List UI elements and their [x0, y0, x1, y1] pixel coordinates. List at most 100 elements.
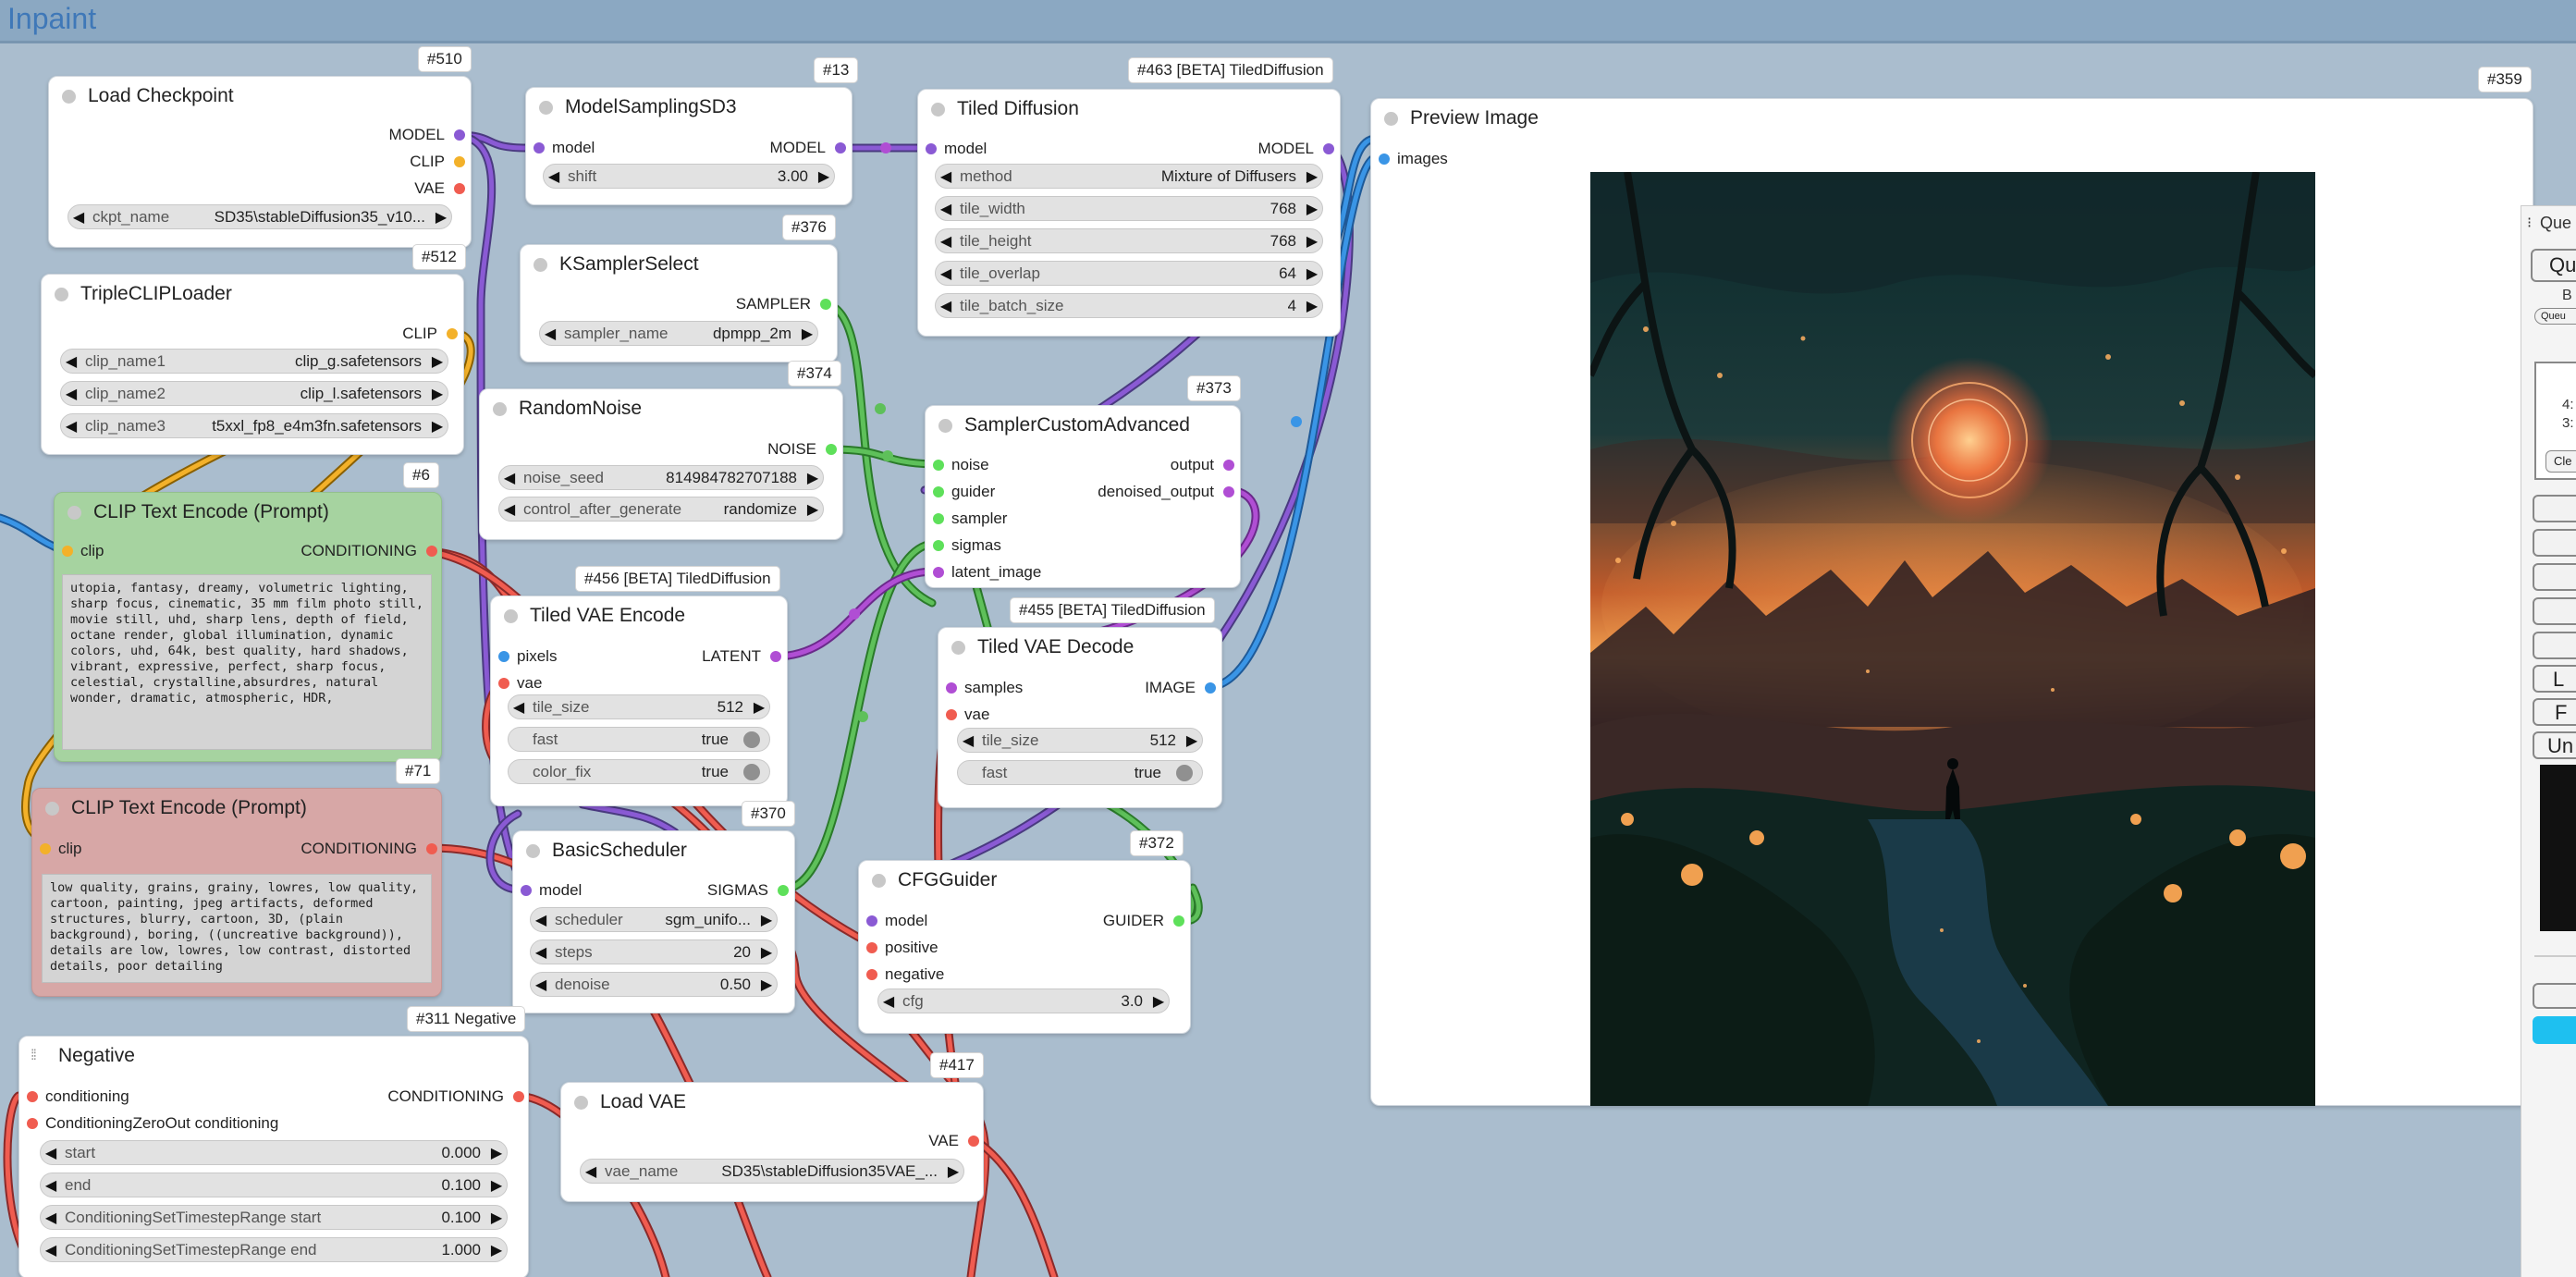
output-sampler[interactable]: SAMPLER: [736, 294, 831, 314]
input-zero-out-conditioning[interactable]: ConditioningZeroOut conditioning: [27, 1113, 278, 1134]
refresh-button[interactable]: F: [2533, 698, 2576, 726]
node-negative[interactable]: ⁞⁞ Negative conditioning ConditioningZer…: [18, 1036, 529, 1277]
output-conditioning[interactable]: CONDITIONING: [387, 1087, 524, 1107]
output-conditioning[interactable]: CONDITIONING: [301, 541, 437, 561]
node-tiled-vae-encode[interactable]: Tiled VAE Encode pixels vae LATENT ◀ tile…: [490, 596, 788, 806]
input-sigmas[interactable]: sigmas: [933, 535, 1001, 556]
load-button[interactable]: L: [2533, 665, 2576, 693]
widget-tile-batch-size[interactable]: ◀ tile_batch_size 4 ▶: [935, 293, 1323, 318]
widget-clip-name2[interactable]: ◀ clip_name2 clip_l.safetensors ▶: [60, 381, 448, 406]
node-clip-text-encode-positive[interactable]: CLIP Text Encode (Prompt) clip CONDITION…: [54, 492, 442, 762]
widget-vae-name[interactable]: ◀ vae_name SD35\stableDiffusion35VAE_... ▶: [580, 1159, 964, 1184]
panel-button[interactable]: [2533, 529, 2576, 557]
queue-side-panel[interactable]: ⁝ Que Qu B Queu 4: 3: Cle L F Un: [2521, 205, 2576, 1277]
output-clip[interactable]: CLIP: [402, 324, 458, 344]
input-clip[interactable]: clip: [62, 541, 104, 561]
widget-scheduler[interactable]: ◀ scheduler sgm_unifo... ▶: [530, 907, 778, 932]
input-vae[interactable]: vae: [946, 705, 989, 725]
widget-noise-seed[interactable]: ◀ noise_seed 814984782707188 ▶: [498, 465, 824, 490]
node-basic-scheduler[interactable]: BasicScheduler model SIGMAS ◀ scheduler sg…: [512, 830, 795, 1013]
widget-tile-width[interactable]: ◀ tile_width 768 ▶: [935, 196, 1323, 221]
queue-list-item[interactable]: 4:: [2562, 397, 2574, 412]
panel-button[interactable]: [2533, 597, 2576, 625]
output-latent[interactable]: LATENT: [702, 646, 781, 667]
panel-button[interactable]: [2533, 983, 2576, 1009]
input-images[interactable]: images: [1379, 149, 1448, 169]
widget-clip-name1[interactable]: ◀ clip_name1 clip_g.safetensors ▶: [60, 349, 448, 374]
widget-start[interactable]: ◀ start 0.000 ▶: [40, 1140, 508, 1165]
output-vae[interactable]: VAE: [928, 1131, 979, 1151]
toggle-color-fix[interactable]: color_fix true: [508, 759, 770, 784]
input-samples[interactable]: samples: [946, 678, 1023, 698]
input-noise[interactable]: noise: [933, 455, 989, 475]
widget-method[interactable]: ◀ method Mixture of Diffusers ▶: [935, 164, 1323, 189]
widget-timestep-range-start[interactable]: ◀ ConditioningSetTimestepRange start 0.100…: [40, 1205, 508, 1230]
prompt-textarea[interactable]: low quality, grains, grainy, lowres, low…: [42, 874, 432, 983]
widget-control-after-generate[interactable]: ◀ control_after_generate randomize ▶: [498, 497, 824, 522]
node-clip-text-encode-negative[interactable]: CLIP Text Encode (Prompt) clip CONDITION…: [31, 788, 442, 997]
output-vae[interactable]: VAE: [414, 178, 465, 199]
drag-handle-icon[interactable]: ⁝: [2527, 214, 2532, 232]
widget-tile-size[interactable]: ◀ tile_size 512 ▶: [957, 728, 1203, 753]
node-ksampler-select[interactable]: KSamplerSelect SAMPLER ◀ sampler_name dpmp…: [520, 244, 838, 362]
node-sampler-custom-advanced[interactable]: SamplerCustomAdvanced noise guider sampl…: [925, 405, 1241, 588]
input-pixels[interactable]: pixels: [498, 646, 557, 667]
toggle-fast[interactable]: fast true: [508, 727, 770, 752]
output-sigmas[interactable]: SIGMAS: [707, 880, 789, 901]
queue-list-item[interactable]: 3:: [2562, 415, 2574, 431]
input-conditioning[interactable]: conditioning: [27, 1087, 129, 1107]
output-model[interactable]: MODEL: [389, 125, 465, 145]
input-guider[interactable]: guider: [933, 482, 995, 502]
panel-button[interactable]: [2533, 563, 2576, 591]
output-guider[interactable]: GUIDER: [1103, 911, 1184, 931]
node-cfg-guider[interactable]: CFGGuider model positive negative GUIDER…: [858, 860, 1191, 1034]
widget-tile-overlap[interactable]: ◀ tile_overlap 64 ▶: [935, 261, 1323, 286]
widget-ckpt-name[interactable]: ◀ ckpt_name SD35\stableDiffusion35_v10... ▶: [67, 204, 452, 229]
widget-sampler-name[interactable]: ◀ sampler_name dpmpp_2m ▶: [539, 321, 818, 346]
widget-timestep-range-end[interactable]: ◀ ConditioningSetTimestepRange end 1.000 ▶: [40, 1237, 508, 1262]
input-vae[interactable]: vae: [498, 673, 542, 694]
output-denoised-output[interactable]: denoised_output: [1098, 482, 1234, 502]
widget-tile-size[interactable]: ◀ tile_size 512 ▶: [508, 694, 770, 719]
widget-steps[interactable]: ◀ steps 20 ▶: [530, 939, 778, 964]
queue-small-button[interactable]: Queu: [2534, 308, 2576, 325]
graph-canvas[interactable]: Inpaint #510 Load Checkpoint MODEL CLIP …: [0, 0, 2576, 1277]
toggle-fast[interactable]: fast true: [957, 760, 1203, 785]
input-model[interactable]: model: [521, 880, 582, 901]
input-sampler[interactable]: sampler: [933, 509, 1007, 529]
output-clip[interactable]: CLIP: [410, 152, 465, 172]
preview-image-canvas[interactable]: [1590, 172, 2315, 1106]
queue-prompt-button[interactable]: Qu: [2531, 249, 2576, 282]
widget-clip-name3[interactable]: ◀ clip_name3 t5xxl_fp8_e4m3fn.safetensors ▶: [60, 413, 448, 438]
input-model[interactable]: model: [926, 139, 987, 159]
input-positive[interactable]: positive: [866, 938, 938, 958]
input-model[interactable]: model: [534, 138, 595, 158]
output-model[interactable]: MODEL: [770, 138, 846, 158]
output-output[interactable]: output: [1171, 455, 1234, 475]
input-latent-image[interactable]: latent_image: [933, 562, 1041, 583]
widget-denoise[interactable]: ◀ denoise 0.50 ▶: [530, 972, 778, 997]
output-image[interactable]: IMAGE: [1145, 678, 1216, 698]
node-load-vae[interactable]: Load VAE VAE ◀ vae_name SD35\stableDiffusi…: [560, 1082, 984, 1202]
input-negative[interactable]: negative: [866, 964, 944, 985]
output-noise[interactable]: NOISE: [767, 439, 837, 460]
widget-tile-height[interactable]: ◀ tile_height 768 ▶: [935, 228, 1323, 253]
node-triple-clip-loader[interactable]: TripleCLIPLoader CLIP ◀ clip_name1 clip_g.…: [41, 274, 464, 455]
output-conditioning[interactable]: CONDITIONING: [301, 839, 437, 859]
panel-button[interactable]: [2533, 632, 2576, 659]
preview-thumbnail[interactable]: [2540, 765, 2576, 931]
queue-list[interactable]: 4: 3: Cle: [2534, 362, 2576, 480]
node-load-checkpoint[interactable]: Load Checkpoint MODEL CLIP VAE ◀ ckpt_nam…: [48, 76, 472, 248]
node-random-noise[interactable]: RandomNoise NOISE ◀ noise_seed 81498478270…: [479, 388, 843, 540]
input-model[interactable]: model: [866, 911, 927, 931]
widget-shift[interactable]: ◀ shift 3.00 ▶: [543, 164, 835, 189]
panel-button[interactable]: [2533, 495, 2576, 522]
output-model[interactable]: MODEL: [1258, 139, 1334, 159]
input-clip[interactable]: clip: [40, 839, 82, 859]
widget-cfg[interactable]: ◀ cfg 3.0 ▶: [877, 988, 1170, 1013]
node-tiled-diffusion[interactable]: Tiled Diffusion model MODEL ◀ method Mixtu…: [917, 89, 1341, 337]
node-tiled-vae-decode[interactable]: Tiled VAE Decode samples vae IMAGE ◀ tile…: [938, 627, 1222, 808]
clear-button[interactable]: Cle: [2545, 450, 2576, 473]
widget-end[interactable]: ◀ end 0.100 ▶: [40, 1173, 508, 1197]
undo-button[interactable]: Un: [2533, 731, 2576, 759]
